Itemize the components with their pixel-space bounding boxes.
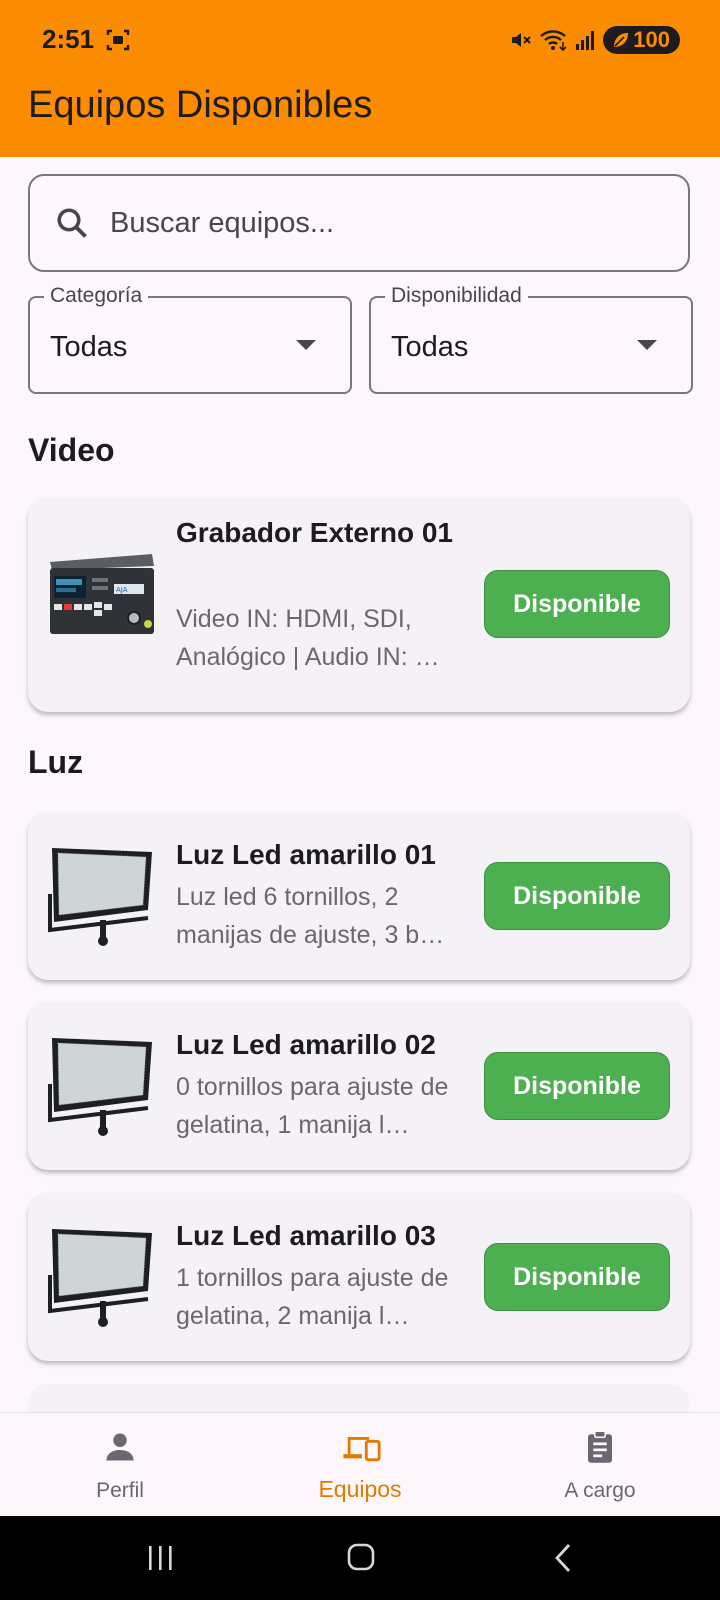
back-icon[interactable] (552, 1542, 574, 1574)
battery-indicator: 100 (603, 26, 680, 54)
search-field[interactable] (28, 174, 690, 272)
led-panel-image (48, 1229, 152, 1327)
equipment-description: Video IN: HDMI, SDI, Analógico | Audio I… (176, 605, 440, 671)
bottom-navigation: Perfil Equipos A cargo (0, 1412, 720, 1517)
screenshot-icon (106, 29, 130, 51)
availability-button[interactable]: Disponible (484, 1052, 670, 1120)
clipboard-icon (588, 1430, 612, 1463)
system-navigation-bar (0, 1516, 720, 1600)
status-icons: 100 (509, 24, 680, 56)
category-dropdown[interactable]: Categoría Todas (28, 284, 352, 394)
equipment-description: 1 tornillos para ajuste de gelatina, 2 m… (176, 1264, 449, 1330)
availability-dropdown[interactable]: Disponibilidad Todas (369, 284, 693, 394)
equipment-card[interactable]: AJA Grabador Externo 01 Video IN: HDMI, … (28, 498, 690, 712)
equipment-description: 0 tornillos para ajuste de gelatina, 1 m… (176, 1073, 449, 1139)
recorder-image: AJA (50, 554, 154, 634)
app-bar: 2:51 100 Equipos Disponibles (0, 0, 720, 157)
equipment-title: Luz Led amarillo 01 (176, 839, 436, 870)
dropdown-arrow-icon (296, 340, 316, 350)
signal-icon (576, 31, 595, 50)
equipment-card[interactable]: Luz Led amarillo 02 0 tornillos para aju… (28, 1002, 690, 1170)
nav-item-equipos[interactable]: Equipos (240, 1413, 480, 1517)
search-input[interactable] (108, 205, 632, 241)
equipment-card[interactable]: Luz Led amarillo 01 Luz led 6 tornillos,… (28, 812, 690, 980)
equipment-title: Grabador Externo 01 (176, 517, 453, 548)
availability-button[interactable]: Disponible (484, 1243, 670, 1311)
page-title: Equipos Disponibles (28, 84, 373, 126)
battery-level: 100 (633, 27, 670, 52)
wifi-icon (540, 30, 567, 52)
nav-item-perfil[interactable]: Perfil (0, 1413, 240, 1517)
search-icon (57, 208, 87, 238)
mute-icon (512, 33, 531, 47)
equipment-title: Luz Led amarillo 03 (176, 1220, 436, 1251)
availability-value: Todas (391, 331, 469, 363)
svg-text:AJA: AJA (116, 586, 128, 594)
equipment-description: Luz led 6 tornillos, 2 manijas de ajuste… (176, 883, 445, 949)
nav-item-a-cargo[interactable]: A cargo (480, 1413, 720, 1517)
section-title-luz: Luz (28, 744, 84, 780)
nav-label: Perfil (96, 1479, 144, 1502)
category-value: Todas (50, 331, 128, 363)
status-time: 2:51 (42, 24, 95, 54)
availability-label: Disponibilidad (385, 284, 528, 308)
availability-button[interactable]: Disponible (484, 862, 670, 930)
recent-apps-icon[interactable] (146, 1544, 176, 1572)
equipment-title: Luz Led amarillo 02 (176, 1029, 436, 1060)
equipment-card[interactable]: Luz Led amarillo 03 1 tornillos para aju… (28, 1193, 690, 1361)
leaf-icon (614, 33, 629, 47)
section-title-video: Video (28, 432, 115, 468)
led-panel-image (48, 848, 152, 946)
nav-label: A cargo (564, 1479, 636, 1502)
led-panel-image (48, 1038, 152, 1136)
home-icon[interactable] (346, 1542, 376, 1572)
availability-button[interactable]: Disponible (484, 570, 670, 638)
category-label: Categoría (44, 284, 149, 308)
nav-label: Equipos (318, 1476, 402, 1502)
devices-icon (343, 1437, 381, 1462)
dropdown-arrow-icon (637, 340, 657, 350)
person-icon (106, 1433, 134, 1461)
